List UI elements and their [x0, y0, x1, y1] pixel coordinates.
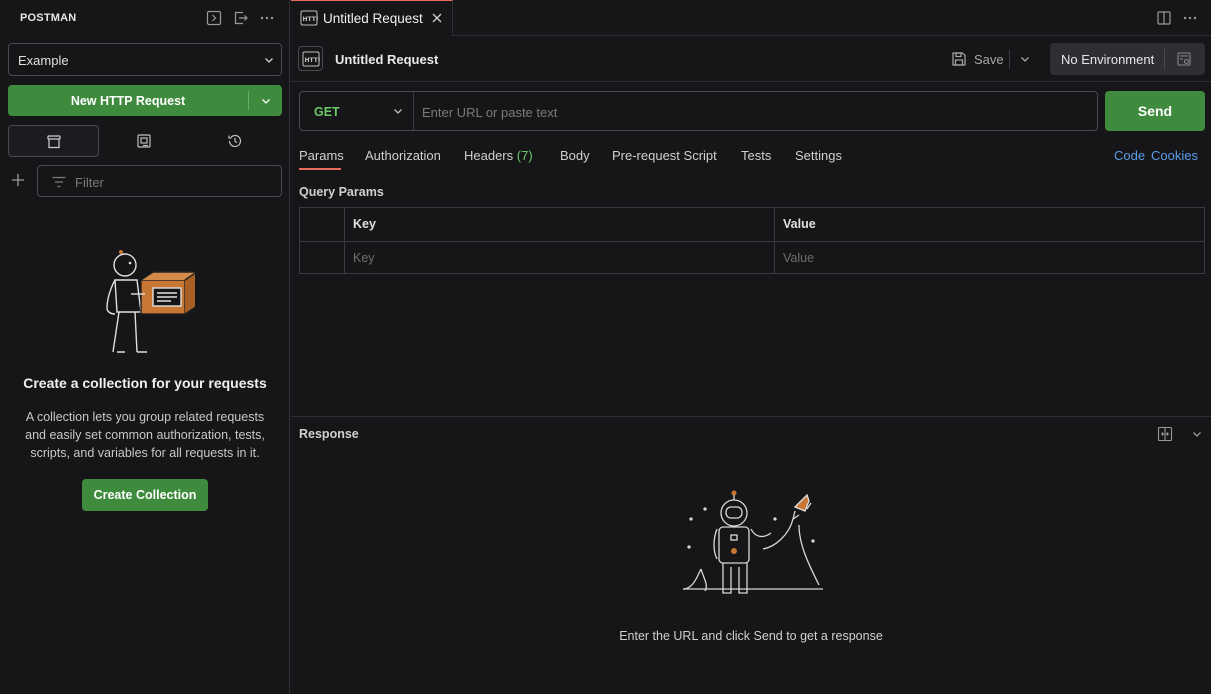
chevron-down-icon[interactable]: [260, 95, 272, 107]
url-input[interactable]: [422, 103, 1082, 121]
url-bar: GET: [299, 91, 1098, 131]
environment-quicklook-icon[interactable]: [1176, 51, 1192, 67]
empty-state-title: Create a collection for your requests: [23, 375, 267, 391]
more-icon[interactable]: [1182, 10, 1198, 26]
chevron-down-icon[interactable]: [1019, 53, 1031, 65]
close-icon[interactable]: [431, 12, 443, 24]
sidebar-tabs: [8, 125, 282, 157]
tab-authorization[interactable]: Authorization: [365, 148, 441, 163]
tab-pre-request-script[interactable]: Pre-request Script: [612, 148, 717, 163]
tab-headers[interactable]: Headers (7): [464, 148, 533, 163]
value-header: Value: [783, 217, 816, 231]
tab-body[interactable]: Body: [560, 148, 590, 163]
add-collection-button[interactable]: [10, 172, 26, 188]
save-button[interactable]: Save: [951, 51, 1011, 67]
filter-field[interactable]: [37, 165, 282, 197]
key-input-cell[interactable]: Key: [345, 242, 775, 274]
more-icon[interactable]: [259, 10, 275, 26]
new-http-request-button[interactable]: New HTTP Request: [8, 85, 282, 116]
history-icon: [228, 134, 242, 148]
active-tab-indicator: [299, 168, 341, 170]
tab-tests[interactable]: Tests: [741, 148, 771, 163]
save-icon: [952, 52, 966, 66]
cookies-link[interactable]: Cookies: [1151, 148, 1198, 163]
postman-app: POSTMAN Example New HTTP Request Filter …: [0, 0, 1211, 694]
split-view-icon[interactable]: [1156, 10, 1172, 26]
tab-headers-label: Headers: [464, 148, 514, 163]
method-label: GET: [314, 105, 340, 119]
request-header: HTTP Untitled Request Save No Environmen…: [291, 37, 1211, 82]
response-pane: Response Enter the URL and click Send to…: [291, 416, 1211, 694]
http-icon: HTTP: [300, 10, 318, 26]
tab-collections[interactable]: [8, 125, 99, 157]
main-panel: HTTP Untitled Request HTTP Untitled Requ…: [291, 0, 1211, 694]
request-tabs: Params Authorization Headers (7) Body Pr…: [299, 146, 1205, 172]
environment-label: No Environment: [1061, 52, 1155, 67]
query-params-label: Query Params: [299, 185, 384, 199]
value-placeholder: Value: [783, 251, 815, 265]
chevron-down-icon: [394, 109, 402, 114]
request-tabbar: HTTP Untitled Request: [291, 0, 1211, 36]
query-params-table: Key Value Key Value: [299, 207, 1205, 274]
sidebar-collapse-icon[interactable]: [206, 10, 222, 26]
key-header-cell: Key: [345, 208, 775, 241]
tab-label: Untitled Request: [323, 11, 423, 26]
row-checkbox-cell: [300, 242, 345, 274]
value-header-cell: Value: [775, 208, 1204, 241]
new-http-request-label: New HTTP Request: [70, 94, 186, 108]
divider: [1009, 50, 1010, 69]
create-collection-button[interactable]: Create Collection: [82, 479, 208, 511]
sidebar-header: POSTMAN: [0, 0, 290, 36]
svg-text:HTTP: HTTP: [303, 16, 319, 23]
workspace-select[interactable]: Example: [8, 43, 282, 76]
chevron-down-icon[interactable]: [1191, 428, 1203, 440]
request-name[interactable]: Untitled Request: [335, 52, 438, 67]
environment-select[interactable]: No Environment: [1050, 43, 1205, 75]
empty-state-description: A collection lets you group related requ…: [25, 410, 265, 460]
filter-icon: [52, 176, 66, 188]
response-empty-message: Enter the URL and click Send to get a re…: [619, 629, 883, 643]
key-placeholder: Key: [353, 251, 375, 265]
sidebar: POSTMAN Example New HTTP Request Filter …: [0, 0, 290, 694]
plus-icon: [12, 174, 24, 186]
svg-text:HTTP: HTTP: [305, 57, 321, 64]
environments-icon: [137, 134, 151, 148]
astronaut-illustration: [682, 490, 823, 594]
divider: [1164, 49, 1165, 69]
button-divider: [248, 91, 249, 110]
code-link[interactable]: Code: [1114, 148, 1145, 163]
collections-icon: [47, 135, 61, 149]
tab-params[interactable]: Params: [299, 148, 344, 163]
tab-settings[interactable]: Settings: [795, 148, 842, 163]
headers-count-badge: (7): [516, 148, 533, 163]
http-icon: HTTP: [298, 46, 323, 71]
table-row: Key Value: [300, 241, 1204, 274]
key-header: Key: [353, 217, 376, 231]
save-label: Save: [974, 52, 1004, 67]
filter-input[interactable]: [75, 173, 270, 191]
value-input-cell[interactable]: Value: [775, 242, 1204, 274]
method-select[interactable]: GET: [300, 92, 414, 130]
collection-illustration: [106, 250, 195, 353]
tab-untitled-request[interactable]: HTTP Untitled Request: [291, 0, 453, 36]
import-icon[interactable]: [233, 10, 249, 26]
table-header-row: Key Value: [300, 208, 1204, 241]
tab-environments[interactable]: [99, 125, 190, 157]
tab-history[interactable]: [190, 125, 281, 157]
chevron-down-icon: [265, 58, 273, 63]
app-title: POSTMAN: [20, 12, 77, 24]
layout-toggle-icon[interactable]: [1157, 426, 1173, 442]
response-title: Response: [299, 427, 359, 441]
workspace-name: Example: [18, 53, 69, 68]
checkbox-column: [300, 208, 345, 241]
send-button[interactable]: Send: [1105, 91, 1205, 131]
